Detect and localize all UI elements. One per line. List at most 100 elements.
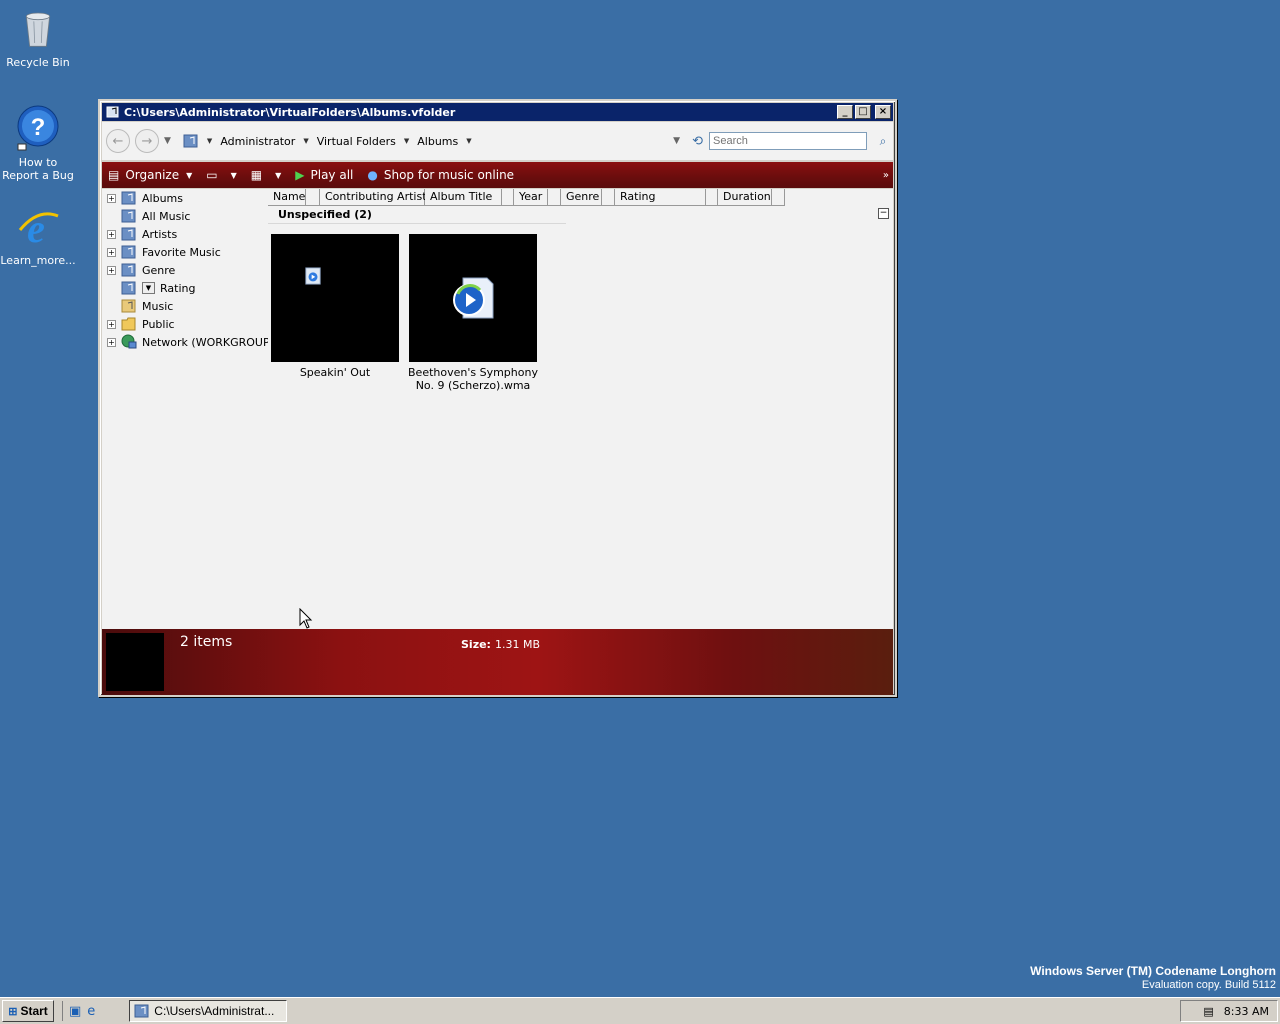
group-header[interactable]: Unspecified (2)	[278, 208, 372, 221]
size-label: Size:	[461, 638, 491, 651]
expand-icon[interactable]: +	[107, 229, 116, 239]
back-arrow-icon: ←	[112, 133, 124, 149]
chevron-down-icon: ▼	[230, 170, 237, 180]
desktop-icon-recycle-bin[interactable]: Recycle Bin	[0, 4, 76, 69]
search-input[interactable]	[709, 132, 867, 150]
column-header-duration[interactable]: Duration	[718, 189, 772, 206]
folder-music-icon	[106, 106, 119, 118]
clock[interactable]: 8:33 AM	[1224, 1005, 1269, 1018]
nav-item-label: Albums	[142, 191, 183, 205]
album-tile[interactable]: Speakin' Out	[265, 234, 405, 379]
nav-item-label: Network (WORKGROUP)	[142, 335, 274, 349]
nav-item-favorite-music[interactable]: + Favorite Music	[102, 243, 221, 261]
organize-button[interactable]: ▤ Organize ▼	[108, 168, 192, 182]
close-button[interactable]: ×	[875, 105, 891, 119]
media-player-icon	[305, 267, 321, 285]
column-headers: Name Contributing Artist Album Title Yea…	[268, 189, 893, 206]
desktop-icon-learn-more[interactable]: e Learn_more...	[0, 202, 76, 267]
nav-item-rating[interactable]: ▼ Rating	[102, 279, 195, 297]
layout-button[interactable]: ▦ ▼	[251, 168, 282, 182]
overflow-chevron-icon[interactable]: »	[883, 170, 889, 181]
nav-item-label: Artists	[142, 227, 178, 241]
search-icon[interactable]: ⌕	[873, 134, 893, 149]
music-folder-icon	[121, 227, 136, 241]
crumb-separator-icon[interactable]: ▼	[466, 137, 471, 145]
history-dropdown-icon[interactable]: ▼	[164, 136, 171, 146]
views-icon: ▭	[206, 168, 218, 182]
play-icon: ▶	[295, 168, 305, 182]
rating-dropdown-icon[interactable]: ▼	[142, 282, 155, 294]
start-button[interactable]: ⊞ Start	[2, 1000, 54, 1022]
crumb-separator-icon[interactable]: ▼	[404, 137, 409, 145]
column-header-year[interactable]: Year	[514, 189, 548, 206]
crumb-albums[interactable]: Albums	[417, 135, 458, 148]
nav-item-network[interactable]: + Network (WORKGROUP)	[102, 333, 274, 351]
size-value: 1.31 MB	[494, 638, 540, 651]
shop-online-button[interactable]: ● Shop for music online	[367, 168, 514, 182]
nav-item-artists[interactable]: + Artists	[102, 225, 177, 243]
maximize-button[interactable]: □	[855, 105, 871, 119]
breadcrumb: ▼ Administrator ▼ Virtual Folders ▼ Albu…	[183, 133, 673, 149]
folder-music-icon	[134, 1004, 149, 1018]
help-icon: ?	[17, 105, 59, 151]
column-header-sort-spacer[interactable]	[548, 189, 561, 206]
column-header-genre[interactable]: Genre	[561, 189, 602, 206]
column-header-sort-spacer[interactable]	[306, 189, 320, 206]
svg-text:?: ?	[31, 114, 46, 141]
music-note-folder-icon	[121, 299, 136, 313]
nav-item-label: Genre	[142, 263, 176, 277]
collapse-group-button[interactable]: −	[878, 208, 889, 219]
media-player-icon	[453, 277, 494, 319]
refresh-icon[interactable]: ⟲	[692, 134, 703, 149]
taskbar: ⊞ Start ▣ e C:\Users\Administrat... ▤ 8:…	[0, 997, 1280, 1024]
column-header-rating[interactable]: Rating	[615, 189, 706, 206]
crumb-separator-icon[interactable]: ▼	[303, 137, 308, 145]
column-header-contributing-artist[interactable]: Contributing Artist	[320, 189, 427, 206]
column-header-album-title[interactable]: Album Title	[425, 189, 502, 206]
address-dropdown-icon[interactable]: ▼	[673, 136, 680, 146]
forward-button[interactable]: →	[135, 129, 159, 153]
back-button[interactable]: ←	[106, 129, 130, 153]
organize-icon: ▤	[108, 168, 120, 182]
music-folder-icon	[121, 209, 136, 223]
nav-item-all-music[interactable]: All Music	[102, 207, 190, 225]
crumb-separator-icon[interactable]: ▼	[207, 137, 212, 145]
details-pane: 2 items Size: 1.31 MB	[102, 629, 893, 695]
taskbar-button-explorer[interactable]: C:\Users\Administrat...	[129, 1000, 288, 1022]
music-folder-icon	[121, 281, 136, 295]
music-folder-icon	[121, 191, 136, 205]
play-all-button[interactable]: ▶ Play all	[295, 168, 353, 182]
minimize-button[interactable]: _	[837, 105, 853, 119]
crumb-administrator[interactable]: Administrator	[220, 135, 295, 148]
organize-label: Organize	[125, 168, 180, 182]
nav-item-label: Music	[142, 299, 174, 313]
nav-item-genre[interactable]: + Genre	[102, 261, 175, 279]
column-header-sort-spacer[interactable]	[772, 189, 785, 206]
group-divider	[268, 223, 566, 224]
nav-item-music[interactable]: Music	[102, 297, 173, 315]
show-desktop-icon[interactable]: ▣	[69, 1004, 81, 1019]
desktop-icon-report-bug[interactable]: ? How to Report a Bug	[0, 104, 76, 182]
album-tile[interactable]: Beethoven's Symphony No. 9 (Scherzo).wma	[403, 234, 543, 392]
expand-icon[interactable]: +	[107, 265, 116, 275]
network-tray-icon[interactable]: ▤	[1203, 1005, 1213, 1018]
nav-item-public[interactable]: + Public	[102, 315, 175, 333]
views-button[interactable]: ▭ ▼	[206, 168, 237, 182]
expand-icon[interactable]: +	[107, 337, 116, 347]
internet-explorer-icon[interactable]: e	[87, 1004, 95, 1019]
nav-item-albums[interactable]: + Albums	[102, 189, 183, 207]
expand-icon[interactable]: +	[107, 247, 116, 257]
window-title: C:\Users\Administrator\VirtualFolders\Al…	[124, 105, 456, 119]
forward-arrow-icon: →	[141, 133, 153, 149]
explorer-window: C:\Users\Administrator\VirtualFolders\Al…	[98, 99, 897, 697]
column-header-sort-spacer[interactable]	[502, 189, 514, 206]
expand-icon[interactable]: +	[107, 193, 116, 203]
expand-icon[interactable]: +	[107, 319, 116, 329]
watermark-line-1: Windows Server (TM) Codename Longhorn	[1030, 964, 1276, 978]
crumb-virtual-folders[interactable]: Virtual Folders	[317, 135, 396, 148]
window-titlebar[interactable]: C:\Users\Administrator\VirtualFolders\Al…	[102, 103, 893, 121]
nav-item-label: Rating	[160, 281, 196, 295]
column-header-sort-spacer[interactable]	[706, 189, 718, 206]
column-header-sort-spacer[interactable]	[602, 189, 615, 206]
column-header-name[interactable]: Name	[268, 189, 306, 206]
